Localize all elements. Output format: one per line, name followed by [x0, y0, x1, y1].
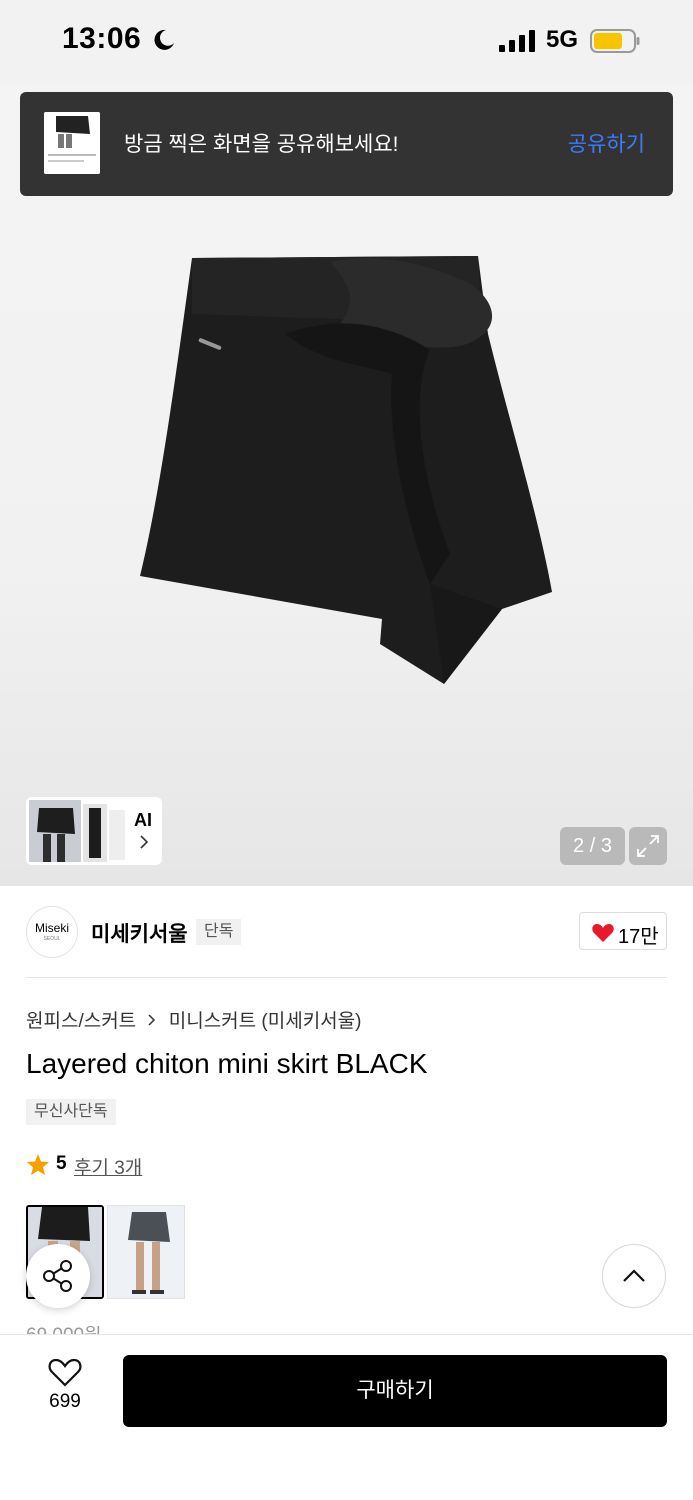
exclusive-badge: 단독: [196, 919, 242, 945]
scroll-to-top-button[interactable]: [602, 1244, 666, 1308]
color-option-grey[interactable]: [107, 1205, 185, 1299]
chevron-right-icon: [140, 835, 149, 849]
battery-icon: [590, 29, 640, 53]
network-label: 5G: [546, 26, 579, 53]
chevron-right-icon: [148, 1014, 156, 1026]
divider: [26, 977, 667, 978]
price-partial: 69,000원: [26, 1326, 102, 1334]
brand-like-count: 17만: [618, 926, 659, 948]
musinsa-exclusive-tag: 무신사단독: [26, 1099, 116, 1125]
share-icon: [43, 1260, 72, 1292]
star-icon: [27, 1154, 49, 1175]
heart-outline-icon: [48, 1358, 82, 1387]
share-button[interactable]: [26, 1244, 90, 1308]
chevron-up-icon: [623, 1269, 645, 1282]
signal-icon: [499, 30, 535, 52]
bottom-action-bar: 699 구매하기: [0, 1334, 693, 1500]
status-time: 13:06: [62, 22, 142, 55]
brand-like-button[interactable]: 17만: [579, 912, 667, 950]
breadcrumb-subcategory[interactable]: 미니스커트 (미세키서울): [169, 1011, 362, 1032]
toast-share-button[interactable]: 공유하기: [568, 128, 645, 158]
image-counter: 2 / 3: [560, 827, 625, 865]
brand-logo-text: Miseki: [34, 921, 69, 935]
brand-name[interactable]: 미세키서울: [91, 918, 188, 948]
review-count-link[interactable]: 후기 3개: [74, 1153, 142, 1180]
color-option-image: [108, 1206, 184, 1298]
ai-style-button[interactable]: AI: [26, 797, 162, 865]
brand-logo[interactable]: Miseki SEOUL: [26, 906, 78, 958]
ai-label: AI: [134, 810, 152, 830]
status-bar: 13:06 5G: [0, 0, 693, 84]
heart-filled-icon: [592, 924, 614, 942]
share-toast: 방금 찍은 화면을 공유해보세요! 공유하기: [20, 92, 673, 196]
product-title: Layered chiton mini skirt BLACK: [26, 1048, 428, 1079]
product-image: [140, 256, 552, 684]
expand-icon: [637, 835, 659, 857]
expand-button[interactable]: [629, 827, 667, 865]
buy-button[interactable]: 구매하기: [123, 1355, 667, 1427]
moon-icon: [154, 29, 174, 50]
toast-screenshot-thumbnail: [44, 112, 100, 174]
brand-logo-subtext: SEOUL: [43, 936, 61, 942]
rating-score: 5: [56, 1153, 67, 1174]
breadcrumb: 원피스/스커트 미니스커트 (미세키서울): [26, 1006, 361, 1033]
breadcrumb-category[interactable]: 원피스/스커트: [26, 1011, 136, 1032]
wishlist-button[interactable]: 699: [30, 1357, 100, 1417]
ai-style-thumbnails: [29, 800, 125, 862]
toast-message: 방금 찍은 화면을 공유해보세요!: [124, 133, 399, 156]
product-image-gallery[interactable]: [0, 84, 693, 886]
wishlist-count: 699: [49, 1391, 81, 1412]
